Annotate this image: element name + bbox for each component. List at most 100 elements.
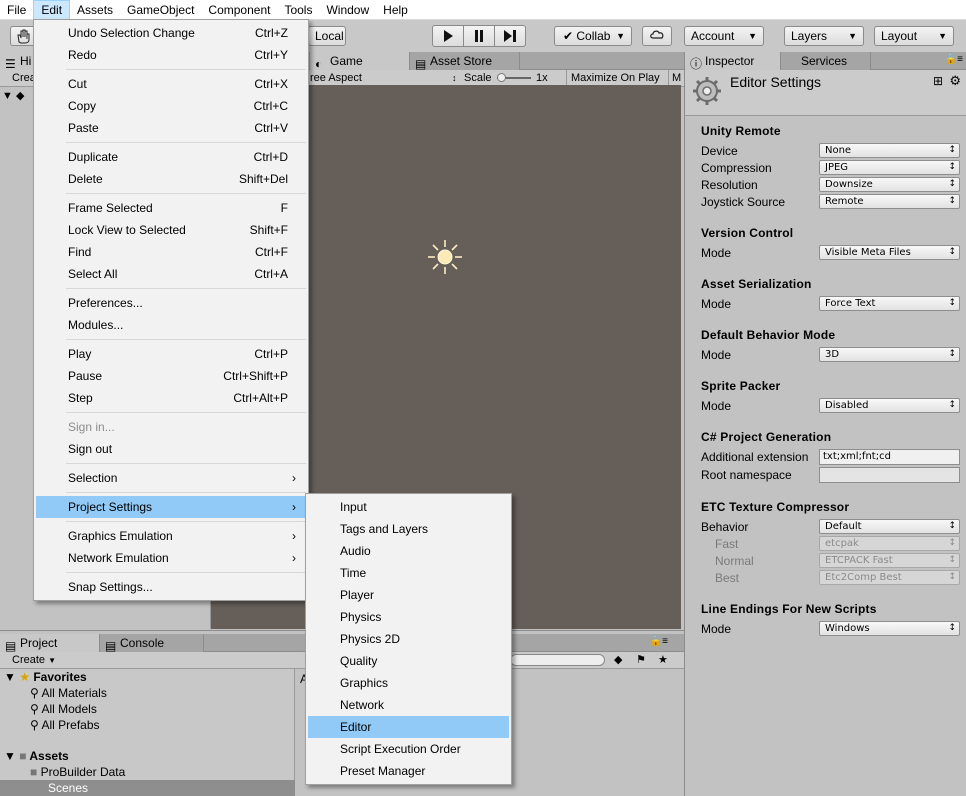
menu-sign-out[interactable]: Sign out (36, 438, 306, 460)
menu-window[interactable]: Window (319, 0, 376, 20)
additional-extension-input[interactable]: txt;xml;fnt;cd (819, 449, 960, 465)
settings-gear-icon[interactable]: ⚙ (949, 73, 961, 89)
menu-play[interactable]: Play Ctrl+P (36, 343, 306, 365)
device-dropdown[interactable]: None (819, 143, 960, 158)
menu-item-shortcut: Ctrl+P (254, 347, 288, 361)
db-mode-dropdown[interactable]: 3D (819, 347, 960, 362)
menu-snap-settings[interactable]: Snap Settings... (36, 576, 306, 598)
scale-slider-handle[interactable] (497, 73, 506, 82)
menu-redo[interactable]: Redo Ctrl+Y (36, 44, 306, 66)
layers-dropdown[interactable]: Layers ▼ (784, 26, 864, 46)
menu-preferences[interactable]: Preferences... (36, 292, 306, 314)
behavior-dropdown[interactable]: Default (819, 519, 960, 534)
submenu-preset-manager[interactable]: Preset Manager (308, 760, 509, 782)
lock-icon[interactable]: 🔒≡ (650, 636, 668, 647)
tree-all-prefabs[interactable]: ⚲ All Prefabs (30, 717, 100, 733)
tree-all-models[interactable]: ⚲ All Models (30, 701, 97, 717)
menu-file[interactable]: File (0, 0, 33, 20)
menu-duplicate[interactable]: Duplicate Ctrl+D (36, 146, 306, 168)
tree-scenes[interactable]: Scenes (0, 780, 295, 796)
menu-graphics-emulation[interactable]: Graphics Emulation › (36, 525, 306, 547)
tree-all-materials[interactable]: ⚲ All Materials (30, 685, 107, 701)
tab-project[interactable]: ▤ Project (0, 634, 100, 652)
vc-mode-dropdown[interactable]: Visible Meta Files (819, 245, 960, 260)
menu-modules[interactable]: Modules... (36, 314, 306, 336)
submenu-physics[interactable]: Physics (308, 606, 509, 628)
filter-type-icon[interactable]: ◆ (614, 652, 622, 668)
menu-paste[interactable]: Paste Ctrl+V (36, 117, 306, 139)
tree-favorites[interactable]: ▼ ★ Favorites (4, 669, 87, 685)
mute-toggle[interactable]: M (672, 70, 681, 86)
submenu-editor[interactable]: Editor (308, 716, 509, 738)
menu-edit[interactable]: Edit (33, 0, 71, 20)
lock-icon[interactable]: 🔒≡ (945, 54, 963, 65)
menu-item-label: Duplicate (68, 150, 119, 164)
menu-help[interactable]: Help (376, 0, 415, 20)
submenu-quality[interactable]: Quality (308, 650, 509, 672)
collab-button[interactable]: ✔ Collab ▼ (554, 26, 632, 46)
root-namespace-input[interactable] (819, 467, 960, 483)
project-create-button[interactable]: Create ▼ (12, 652, 56, 668)
preset-icon[interactable]: ⊞ (933, 74, 943, 88)
menu-frame-selected[interactable]: Frame Selected F (36, 197, 306, 219)
menu-select-all[interactable]: Select All Ctrl+A (36, 263, 306, 285)
submenu-graphics[interactable]: Graphics (308, 672, 509, 694)
layers-label: Layers (791, 29, 828, 43)
tab-inspector[interactable]: ⓘ Inspector (685, 52, 781, 70)
filter-label-icon[interactable]: ⚑ (636, 652, 646, 668)
submenu-tags-and-layers[interactable]: Tags and Layers (308, 518, 509, 540)
menu-assets[interactable]: Assets (70, 0, 120, 20)
menu-find[interactable]: Find Ctrl+F (36, 241, 306, 263)
tab-services[interactable]: Services (781, 52, 871, 70)
pivot-local-button[interactable]: Local (308, 26, 346, 46)
compression-dropdown[interactable]: JPEG (819, 160, 960, 175)
menu-item-label: Quality (340, 654, 378, 668)
menu-step[interactable]: Step Ctrl+Alt+P (36, 387, 306, 409)
submenu-audio[interactable]: Audio (308, 540, 509, 562)
menu-tools[interactable]: Tools (277, 0, 319, 20)
project-search-input[interactable] (510, 654, 605, 666)
menu-network-emulation[interactable]: Network Emulation › (36, 547, 306, 569)
submenu-script-execution-order[interactable]: Script Execution Order (308, 738, 509, 760)
account-dropdown[interactable]: Account ▼ (684, 26, 764, 46)
pause-button[interactable] (463, 25, 495, 47)
sp-mode-dropdown[interactable]: Disabled (819, 398, 960, 413)
joystick-source-dropdown[interactable]: Remote (819, 194, 960, 209)
menu-gameobject[interactable]: GameObject (120, 0, 201, 20)
le-mode-dropdown[interactable]: Windows (819, 621, 960, 636)
menu-lock-view-to-selected[interactable]: Lock View to Selected Shift+F (36, 219, 306, 241)
aspect-dropdown[interactable]: ree Aspect (310, 70, 362, 86)
maximize-on-play-toggle[interactable]: Maximize On Play (571, 70, 660, 86)
submenu-physics-2d[interactable]: Physics 2D (308, 628, 509, 650)
menu-project-settings[interactable]: Project Settings › (36, 496, 306, 518)
section-unity-remote: Unity Remote (701, 124, 781, 138)
tree-assets[interactable]: ▼ ■ Assets (4, 748, 69, 764)
menu-copy[interactable]: Copy Ctrl+C (36, 95, 306, 117)
menu-component[interactable]: Component (201, 0, 277, 20)
device-label: Device (701, 144, 738, 158)
play-controls (432, 25, 526, 47)
favorite-star-icon[interactable]: ★ (658, 652, 668, 668)
resolution-dropdown[interactable]: Downsize (819, 177, 960, 192)
cloud-button[interactable] (642, 26, 672, 46)
root-namespace-label: Root namespace (701, 468, 792, 482)
submenu-input[interactable]: Input (308, 496, 509, 518)
submenu-network[interactable]: Network (308, 694, 509, 716)
best-label: Best (715, 571, 740, 585)
layout-dropdown[interactable]: Layout ▼ (874, 26, 954, 46)
tree-probuilder-data[interactable]: ■ ProBuilder Data (30, 764, 125, 780)
play-button[interactable] (432, 25, 464, 47)
scene-root-row[interactable]: ▼ ◆ (2, 89, 24, 102)
menu-selection[interactable]: Selection › (36, 467, 306, 489)
submenu-time[interactable]: Time (308, 562, 509, 584)
as-mode-dropdown[interactable]: Force Text (819, 296, 960, 311)
tab-asset-store[interactable]: ▤ Asset Store (410, 52, 520, 70)
tab-game[interactable]: ◐ Game (310, 52, 410, 70)
tab-console[interactable]: ▤ Console (100, 634, 204, 652)
menu-delete[interactable]: Delete Shift+Del (36, 168, 306, 190)
menu-pause[interactable]: Pause Ctrl+Shift+P (36, 365, 306, 387)
menu-undo-selection-change[interactable]: Undo Selection Change Ctrl+Z (36, 22, 306, 44)
menu-cut[interactable]: Cut Ctrl+X (36, 73, 306, 95)
submenu-player[interactable]: Player (308, 584, 509, 606)
step-button[interactable] (494, 25, 526, 47)
